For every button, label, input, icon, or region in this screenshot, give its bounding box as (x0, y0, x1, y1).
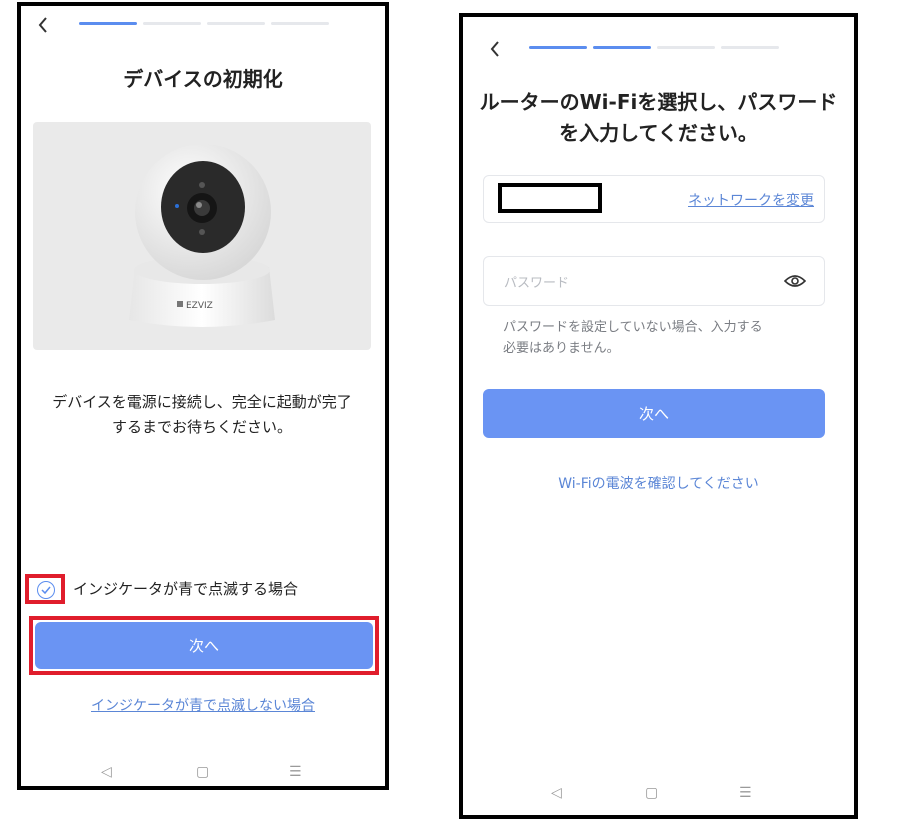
progress-step-3 (657, 46, 715, 49)
nav-menu-icon[interactable]: ☰ (289, 765, 302, 779)
password-hint-line-2: 必要はありません。 (503, 341, 620, 356)
indicator-not-blinking-link[interactable]: インジケータが青で点滅しない場合 (21, 695, 385, 715)
progress-step-3 (207, 22, 265, 25)
camera-image: EZVIZ (33, 122, 371, 350)
nav-back-icon[interactable]: ◁ (101, 765, 112, 779)
progress-step-1 (79, 22, 137, 25)
checkbox-label: インジケータが青で点滅する場合 (73, 580, 299, 598)
back-button[interactable] (489, 40, 501, 63)
checkbox-highlight[interactable] (25, 574, 65, 604)
check-circle-icon[interactable] (37, 581, 55, 599)
nav-back-icon[interactable]: ◁ (551, 786, 562, 800)
page-title-line-2: を入力してください。 (559, 121, 758, 145)
check-wifi-signal-link[interactable]: Wi-Fiの電波を確認してください (463, 473, 854, 493)
screen-wifi-select: ルーターのWi-Fiを選択し、パスワード を入力してください。 ネットワークを変… (459, 13, 858, 819)
camera-illustration: EZVIZ (129, 144, 275, 327)
password-field[interactable]: パスワード (483, 256, 825, 306)
description-line-1: デバイスを電源に接続し、完全に起動が完了 (52, 393, 352, 411)
progress-step-1 (529, 46, 587, 49)
next-button[interactable]: 次へ (35, 622, 373, 669)
password-placeholder: パスワード (504, 276, 570, 291)
password-hint-line-1: パスワードを設定していない場合、入力する (503, 320, 763, 335)
description-line-2: するまでお待ちください。 (111, 418, 292, 436)
network-name-redacted (498, 183, 602, 213)
change-network-link[interactable]: ネットワークを変更 (688, 190, 814, 210)
next-button-highlight: 次へ (29, 616, 379, 675)
nav-menu-icon[interactable]: ☰ (739, 786, 752, 800)
eye-icon[interactable] (784, 273, 806, 289)
page-title: デバイスの初期化 (123, 67, 283, 91)
back-button[interactable] (37, 16, 49, 39)
progress-step-4 (721, 46, 779, 49)
page-title-line-1: ルーターのWi-Fiを選択し、パスワード (479, 90, 838, 114)
brand-text: EZVIZ (186, 301, 213, 311)
network-field[interactable]: ネットワークを変更 (483, 175, 825, 223)
checkmark-icon (41, 586, 51, 595)
screen-device-init: デバイスの初期化 EZVIZ デバイスを電源に接続し、完全に起動が完了 するまで… (17, 2, 389, 790)
chevron-left-icon (490, 41, 499, 57)
progress-step-2 (143, 22, 201, 25)
nav-home-icon[interactable]: ▢ (196, 765, 209, 779)
progress-step-4 (271, 22, 329, 25)
nav-home-icon[interactable]: ▢ (645, 786, 658, 800)
progress-step-2 (593, 46, 651, 49)
next-button[interactable]: 次へ (483, 389, 825, 438)
chevron-left-icon (38, 17, 47, 33)
